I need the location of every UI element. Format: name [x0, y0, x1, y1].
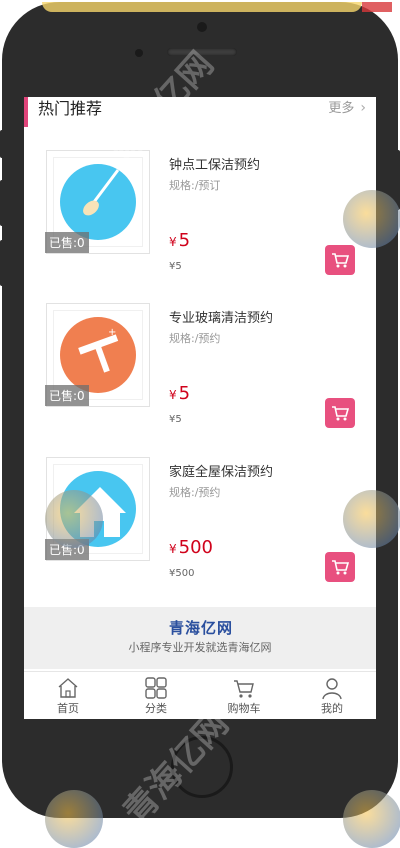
- product-price: ¥500: [169, 537, 213, 558]
- watermark-logo: [45, 490, 103, 548]
- app-screen: 热门推荐 更多 › 已售:0 钟点工保洁预约 规格:/预订 ¥5 ¥5 + 已售…: [24, 97, 376, 719]
- top-strip-red: [362, 2, 392, 12]
- product-spec: 规格:/预订: [169, 179, 221, 192]
- add-to-cart-button[interactable]: [325, 552, 355, 582]
- original-price: ¥500: [169, 568, 195, 579]
- brand-tagline: 小程序专业开发就选青海亿网: [128, 641, 272, 654]
- volume-down-button: [0, 240, 5, 286]
- currency-symbol: ¥: [169, 235, 177, 249]
- chevron-right-icon: ›: [360, 100, 366, 116]
- price-value: 500: [178, 537, 213, 558]
- tab-profile[interactable]: 我的: [288, 672, 376, 719]
- hot-recommend-header: 热门推荐 更多 ›: [24, 97, 376, 127]
- currency-symbol: ¥: [169, 388, 177, 402]
- product-spec: 规格:/预约: [169, 486, 221, 499]
- sold-badge: 已售:0: [45, 385, 89, 406]
- cart-icon: [332, 560, 350, 575]
- product-price: ¥5: [169, 383, 190, 404]
- tab-category[interactable]: 分类: [112, 672, 200, 719]
- product-spec: 规格:/预约: [169, 332, 221, 345]
- product-price: ¥5: [169, 230, 190, 251]
- brand-logo: 青海亿网: [169, 619, 234, 637]
- currency-symbol: ¥: [169, 542, 177, 556]
- original-price: ¥5: [169, 414, 182, 425]
- section-accent-bar: [24, 97, 28, 127]
- price-value: 5: [178, 230, 191, 251]
- brand-footer: 青海亿网 小程序专业开发就选青海亿网: [24, 607, 376, 669]
- product-name[interactable]: 钟点工保洁预约: [169, 154, 260, 173]
- price-value: 5: [178, 383, 191, 404]
- more-link[interactable]: 更多 ›: [328, 97, 366, 116]
- mute-switch: [0, 130, 5, 158]
- section-title: 热门推荐: [38, 99, 103, 118]
- volume-up-button: [0, 180, 5, 226]
- original-price: ¥5: [169, 261, 182, 272]
- sold-badge: 已售:0: [45, 232, 89, 253]
- proximity-sensor: [135, 49, 143, 57]
- grid-icon: [145, 677, 167, 699]
- front-camera: [197, 22, 207, 32]
- top-strip: [42, 2, 362, 12]
- user-icon: [322, 678, 342, 700]
- watermark-logo: [343, 190, 400, 248]
- power-button: [395, 150, 400, 210]
- tab-label: 首页: [57, 702, 79, 715]
- product-card[interactable]: + 已售:0 专业玻璃清洁预约 规格:/预约 ¥5 ¥5: [24, 303, 376, 453]
- add-to-cart-button[interactable]: [325, 398, 355, 428]
- cart-icon: [332, 253, 350, 268]
- add-to-cart-button[interactable]: [325, 245, 355, 275]
- product-name[interactable]: 家庭全屋保洁预约: [169, 461, 273, 480]
- home-icon: [58, 678, 78, 698]
- svg-text:+: +: [108, 327, 116, 338]
- product-card[interactable]: 已售:0 钟点工保洁预约 规格:/预订 ¥5 ¥5: [24, 150, 376, 300]
- product-name[interactable]: 专业玻璃清洁预约: [169, 307, 273, 326]
- cart-icon: [234, 680, 254, 698]
- tab-home[interactable]: 首页: [24, 672, 112, 719]
- tab-label: 我的: [321, 702, 343, 715]
- watermark-logo: [343, 790, 400, 848]
- more-label: 更多: [328, 101, 355, 116]
- watermark-logo: [343, 490, 400, 548]
- cart-icon: [332, 406, 350, 421]
- watermark-logo: [45, 790, 103, 848]
